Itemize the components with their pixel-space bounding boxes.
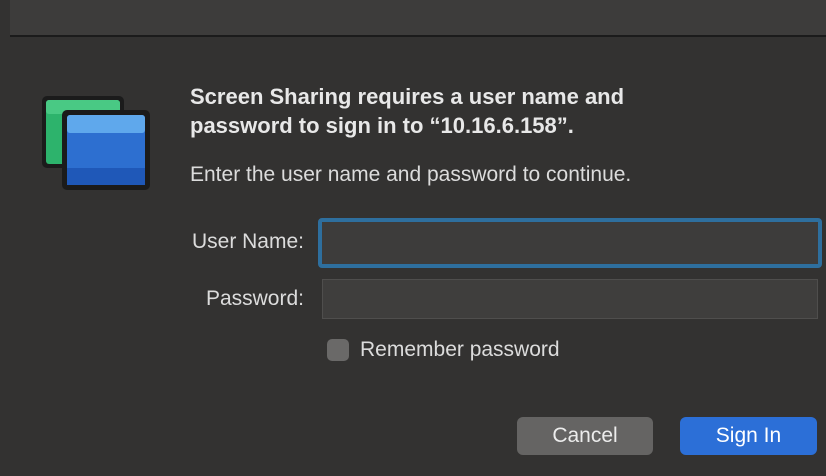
dialog-subtext: Enter the user name and password to cont…	[190, 163, 632, 186]
remember-password-checkbox[interactable]	[327, 339, 349, 361]
password-label: Password:	[205, 287, 304, 310]
sign-in-button[interactable]: Sign In	[680, 417, 817, 455]
window-titlebar	[10, 0, 826, 37]
user-name-label: User Name:	[191, 230, 304, 253]
cancel-button[interactable]: Cancel	[517, 417, 653, 455]
screen-sharing-icon	[42, 96, 150, 190]
password-input[interactable]	[322, 279, 818, 319]
dialog-headline: Screen Sharing requires a user name and …	[190, 84, 625, 138]
remember-password-label: Remember password	[360, 338, 560, 361]
remember-password-row[interactable]: Remember password	[327, 338, 560, 362]
user-name-input[interactable]	[318, 218, 822, 268]
